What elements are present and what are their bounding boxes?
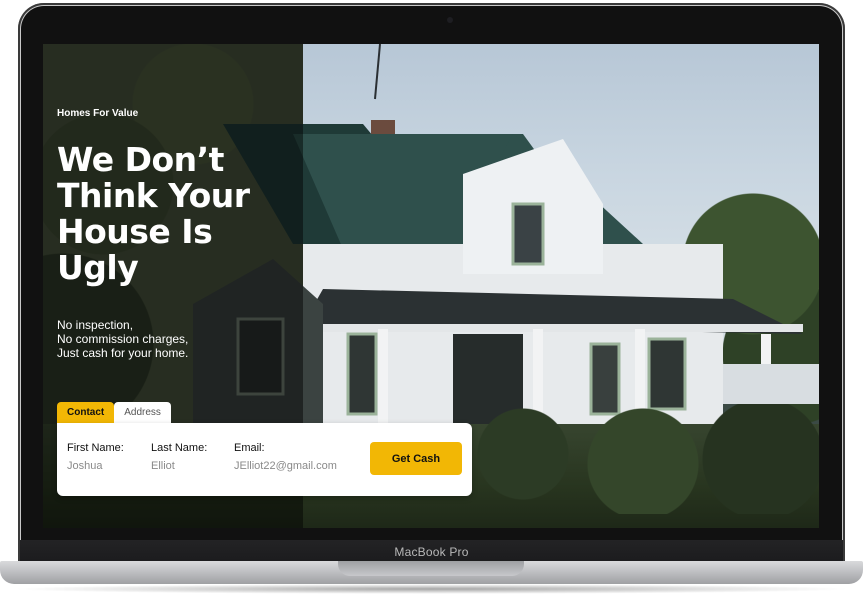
subtext-line: Just cash for your home. [57,346,189,360]
get-cash-button[interactable]: Get Cash [370,442,462,475]
first-name-label: First Name: [67,442,124,454]
headline-line: Think Your [57,176,250,215]
tab-contact[interactable]: Contact [57,402,115,423]
email-field[interactable]: Email: JElliot22@gmail.com [234,442,337,472]
hero-headline: We Don’t Think Your House Is Ugly [57,142,297,286]
headline-line: Ugly [57,248,139,287]
headline-line: House Is [57,212,213,251]
last-name-value[interactable]: Elliot [151,460,207,472]
email-value[interactable]: JElliot22@gmail.com [234,460,337,472]
laptop-notch [338,561,524,576]
form-tabs: Contact Address [57,402,171,423]
first-name-field[interactable]: First Name: Joshua [67,442,124,472]
brand-name: Homes For Value [57,108,139,119]
tab-address[interactable]: Address [114,402,171,423]
first-name-value[interactable]: Joshua [67,460,124,472]
headline-line: We Don’t [57,140,224,179]
hero-subtext: No inspection, No commission charges, Ju… [57,318,188,360]
device-label: MacBook Pro [394,545,469,559]
camera-icon [447,17,453,23]
subtext-line: No commission charges, [57,332,189,346]
subtext-line: No inspection, [57,318,134,332]
shrubs [463,404,819,514]
contact-form: First Name: Joshua Last Name: Elliot Ema… [57,423,472,496]
email-label: Email: [234,442,265,454]
laptop-shadow [10,584,853,594]
last-name-label: Last Name: [151,442,208,454]
screen: Homes For Value We Don’t Think Your Hous… [43,44,819,528]
last-name-field[interactable]: Last Name: Elliot [151,442,207,472]
